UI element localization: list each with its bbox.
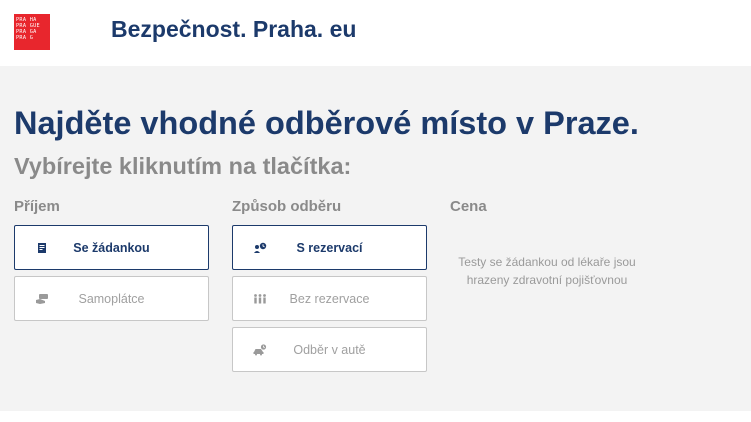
se-zadankou-label: Se žádankou xyxy=(73,240,150,255)
logo-line: PRA G xyxy=(16,35,34,41)
samoplatce-button[interactable]: Samoplátce xyxy=(14,276,209,321)
document-icon xyxy=(35,241,49,255)
odber-v-aute-button[interactable]: Odběr v autě xyxy=(232,327,427,372)
page-subheadline: Vybírejte kliknutím na tlačítka: xyxy=(14,153,352,179)
site-title[interactable]: Bezpečnost. Praha. eu xyxy=(111,16,356,43)
cena-column-label: Cena xyxy=(450,198,487,215)
samoplatce-label: Samoplátce xyxy=(78,291,145,306)
main-content: Najděte vhodné odběrové místo v Praze. V… xyxy=(0,66,751,411)
s-rezervaci-label: S rezervací xyxy=(296,240,363,255)
page-headline: Najděte vhodné odběrové místo v Praze. xyxy=(14,105,639,141)
s-rezervaci-button[interactable]: S rezervací xyxy=(232,225,427,270)
bez-rezervace-label: Bez rezervace xyxy=(289,291,370,306)
queue-people-icon xyxy=(253,292,267,306)
car-clock-icon xyxy=(253,343,267,357)
se-zadankou-button[interactable]: Se žádankou xyxy=(14,225,209,270)
odber-v-aute-label: Odběr v autě xyxy=(293,342,366,357)
prijem-column-label: Příjem xyxy=(14,198,60,215)
prague-logo[interactable]: PRA HA PRA GUE PRA GA PRA G xyxy=(14,14,50,50)
bez-rezervace-button[interactable]: Bez rezervace xyxy=(232,276,427,321)
cash-hand-icon xyxy=(35,292,49,306)
site-header: PRA HA PRA GUE PRA GA PRA G Bezpečnost. … xyxy=(0,0,751,66)
price-info-text: Testy se žádankou od lékaře jsou hrazeny… xyxy=(458,255,636,287)
zpusob-column-label: Způsob odběru xyxy=(232,198,342,215)
page-footer-strip xyxy=(0,411,751,422)
person-clock-icon xyxy=(253,241,267,255)
